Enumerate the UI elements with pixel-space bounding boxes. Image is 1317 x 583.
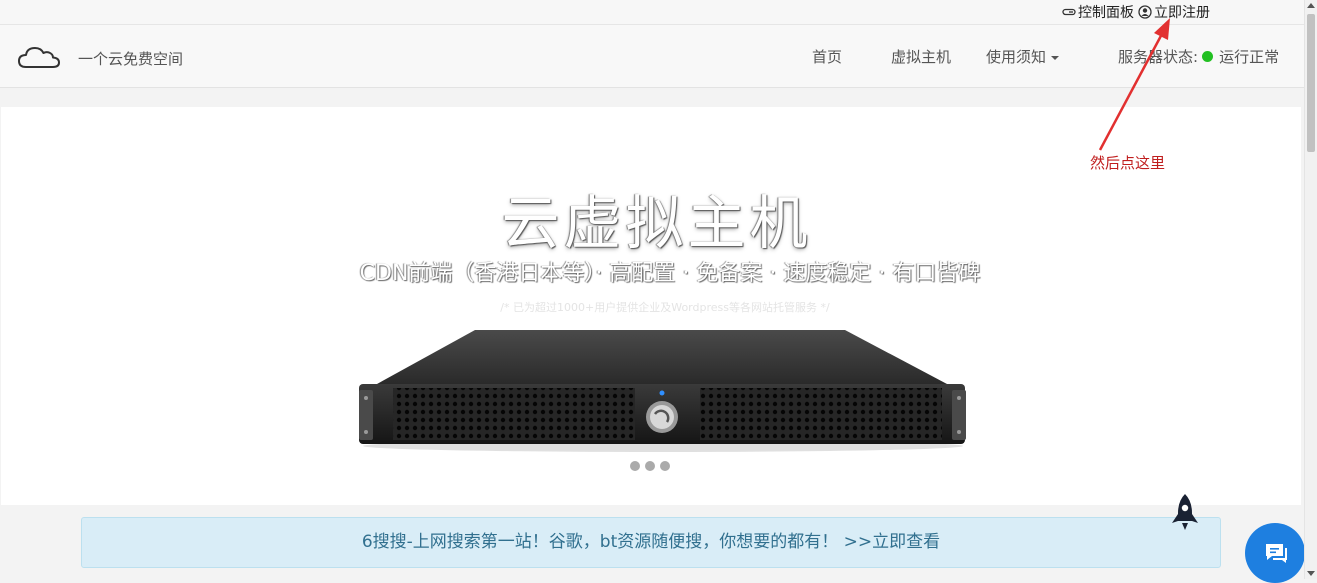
control-panel-link[interactable]: 控制面板 bbox=[1062, 2, 1134, 22]
hero-subtitle: CDN前端（香港日本等）· 高配置 · 免备案 · 速度稳定 · 有口皆碑 bbox=[359, 261, 981, 286]
chat-icon bbox=[1266, 544, 1287, 563]
hero-title: 云虚拟主机 bbox=[501, 189, 812, 257]
slider-dot[interactable] bbox=[660, 461, 670, 471]
navbar: 一个云免费空间 首页 虚拟主机 使用须知 服务器状态: 运行正常 bbox=[0, 24, 1305, 88]
annotation-text: 然后点这里 bbox=[1090, 154, 1166, 172]
server-status: 服务器状态: 运行正常 bbox=[1118, 46, 1279, 67]
brand-name[interactable]: 一个云免费空间 bbox=[78, 48, 183, 69]
nav-usage-notice-label: 使用须知 bbox=[986, 48, 1047, 66]
scroll-thumb[interactable] bbox=[1307, 14, 1315, 152]
slider-dot[interactable] bbox=[645, 461, 655, 471]
scroll-down-arrow-icon[interactable] bbox=[1307, 571, 1315, 576]
nav-home[interactable]: 首页 bbox=[812, 46, 842, 67]
slider-dots bbox=[630, 461, 670, 471]
register-link[interactable]: 立即注册 bbox=[1138, 2, 1210, 22]
control-panel-label: 控制面板 bbox=[1078, 5, 1134, 21]
chat-button[interactable] bbox=[1245, 523, 1305, 583]
scroll-up-arrow-icon[interactable] bbox=[1307, 3, 1315, 8]
rocket-icon[interactable] bbox=[1169, 492, 1201, 532]
register-label: 立即注册 bbox=[1154, 5, 1210, 21]
scrollbar[interactable] bbox=[1304, 0, 1317, 579]
status-dot-icon bbox=[1202, 51, 1214, 62]
top-links: 控制面板 立即注册 bbox=[1062, 2, 1210, 22]
hero-note: /* 已为超过1000+用户提供企业及Wordpress等各网站托管服务 */ bbox=[500, 301, 830, 314]
server-image bbox=[359, 330, 966, 452]
server-status-label: 服务器状态: bbox=[1118, 48, 1199, 66]
nav-virtual-host[interactable]: 虚拟主机 bbox=[891, 46, 951, 67]
key-icon bbox=[1062, 8, 1076, 16]
user-icon bbox=[1138, 5, 1152, 19]
server-status-value: 运行正常 bbox=[1219, 48, 1280, 66]
slider-dot[interactable] bbox=[630, 461, 640, 471]
top-bar: 控制面板 立即注册 bbox=[0, 0, 1305, 24]
nav-usage-notice[interactable]: 使用须知 bbox=[986, 46, 1060, 67]
search-ad-banner[interactable]: 6搜搜-上网搜索第一站！谷歌，bt资源随便搜，你想要的都有！ >>立即查看 bbox=[81, 517, 1221, 568]
cloud-logo-icon[interactable] bbox=[18, 45, 60, 69]
caret-down-icon bbox=[1051, 55, 1060, 60]
